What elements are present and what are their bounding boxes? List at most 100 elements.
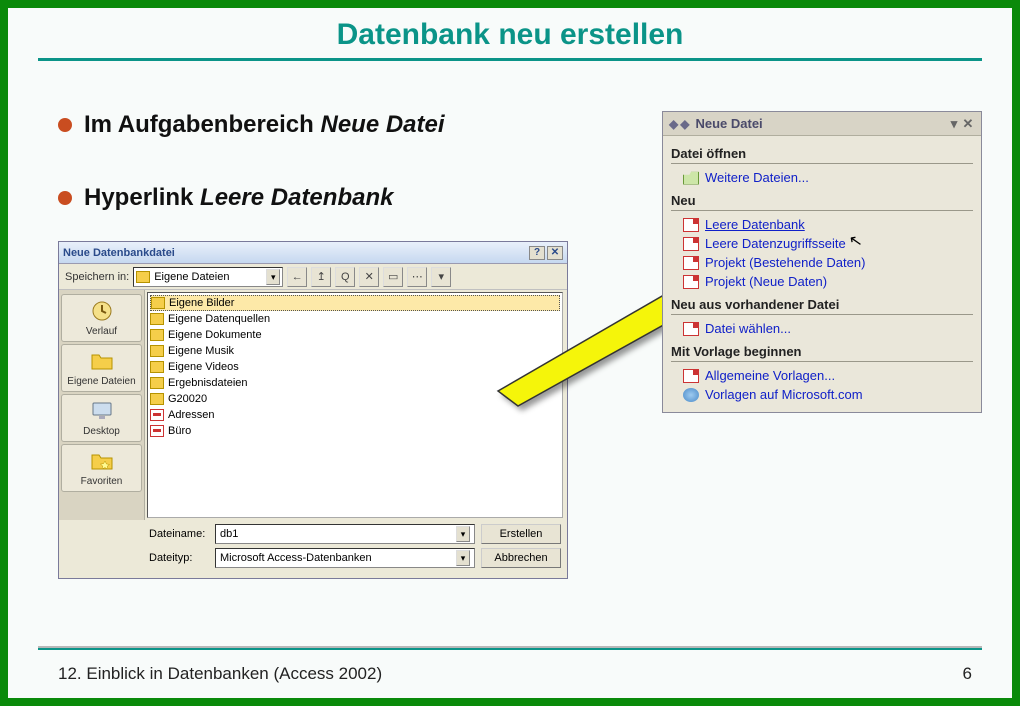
file-name: Büro <box>168 425 191 437</box>
dialog-titlebar[interactable]: Neue Datenbankdatei ? ✕ <box>59 242 567 264</box>
database-icon <box>150 425 164 437</box>
folder-icon <box>150 329 164 341</box>
slide-footer: 12. Einblick in Datenbanken (Access 2002… <box>8 646 1012 684</box>
link-text[interactable]: Allgemeine Vorlagen... <box>705 368 835 383</box>
file-name: Eigene Bilder <box>169 297 234 309</box>
page-icon <box>683 218 699 232</box>
link-text[interactable]: Weitere Dateien... <box>705 170 809 185</box>
places-label: Verlauf <box>86 326 117 337</box>
taskpane-link[interactable]: Leere Datenzugriffsseite <box>671 234 973 253</box>
file-name: Adressen <box>168 409 214 421</box>
taskpane-header[interactable]: ◆ ◆ Neue Datei ▾ ✕ <box>663 112 981 136</box>
page-icon <box>683 275 699 289</box>
taskpane-link[interactable]: Leere Datenbank↖ <box>671 215 973 234</box>
search-button[interactable]: Q <box>335 267 355 287</box>
places-verlauf[interactable]: Verlauf <box>61 294 142 342</box>
bullet-dot-icon <box>58 118 72 132</box>
savein-combo[interactable]: Eigene Dateien ▾ <box>133 267 283 287</box>
bullet-2-text: Hyperlink <box>84 184 200 211</box>
chevron-down-icon[interactable]: ▾ <box>456 550 470 566</box>
page-icon <box>683 369 699 383</box>
filetype-label: Dateityp: <box>149 552 209 564</box>
link-text[interactable]: Leere Datenbank <box>705 217 805 232</box>
places-favoriten[interactable]: Favoriten <box>61 444 142 492</box>
folder-icon <box>150 393 164 405</box>
file-item[interactable]: Eigene Videos <box>150 359 560 375</box>
back-button[interactable]: ← <box>287 267 307 287</box>
taskpane-section-heading: Mit Vorlage beginnen <box>671 344 973 359</box>
taskpane-link[interactable]: Projekt (Neue Daten) <box>671 272 973 291</box>
up-button[interactable]: ↥ <box>311 267 331 287</box>
bullet-2-em: Leere Datenbank <box>200 184 393 211</box>
views-button[interactable]: ⋯ <box>407 267 427 287</box>
link-text[interactable]: Projekt (Bestehende Daten) <box>705 255 865 270</box>
diamond-icon: ◆ <box>669 117 678 131</box>
folder-icon <box>150 345 164 357</box>
folder-open-icon <box>683 171 699 185</box>
divider <box>671 210 973 211</box>
file-name: Eigene Videos <box>168 361 239 373</box>
file-item[interactable]: Eigene Datenquellen <box>150 311 560 327</box>
dialog-title: Neue Datenbankdatei <box>63 247 175 259</box>
file-item[interactable]: Eigene Musik <box>150 343 560 359</box>
chevron-down-icon[interactable]: ▾ <box>266 269 280 285</box>
taskpane-section-heading: Neu aus vorhandener Datei <box>671 297 973 312</box>
folder-icon <box>150 361 164 373</box>
create-button[interactable]: Erstellen <box>481 524 561 544</box>
filename-input[interactable]: db1▾ <box>215 524 475 544</box>
tools-button[interactable]: ▾ <box>431 267 451 287</box>
link-text[interactable]: Leere Datenzugriffsseite <box>705 236 846 251</box>
globe-icon <box>683 388 699 402</box>
cancel-button[interactable]: Abbrechen <box>481 548 561 568</box>
delete-button[interactable]: ✕ <box>359 267 379 287</box>
taskpane-section-heading: Neu <box>671 193 973 208</box>
file-item[interactable]: G20020 <box>150 391 560 407</box>
help-button[interactable]: ? <box>529 246 545 260</box>
places-label: Favoriten <box>81 476 123 487</box>
close-button[interactable]: ✕ <box>547 246 563 260</box>
places-desktop[interactable]: Desktop <box>61 394 142 442</box>
close-icon[interactable]: ✕ <box>961 116 975 132</box>
file-name: Eigene Musik <box>168 345 234 357</box>
divider <box>671 314 973 315</box>
page-icon <box>683 322 699 336</box>
save-dialog: Neue Datenbankdatei ? ✕ Speichern in: Ei… <box>58 241 568 579</box>
taskpane-link[interactable]: Vorlagen auf Microsoft.com <box>671 385 973 404</box>
file-list[interactable]: Eigene Bilder Eigene Datenquellen Eigene D… <box>147 292 563 518</box>
places-label: Desktop <box>83 426 120 437</box>
file-item[interactable]: Eigene Dokumente <box>150 327 560 343</box>
page-icon <box>683 256 699 270</box>
divider <box>671 163 973 164</box>
file-item[interactable]: Ergebnisdateien <box>150 375 560 391</box>
folder-icon <box>136 271 150 283</box>
footer-page-number: 6 <box>963 664 972 684</box>
taskpane-link[interactable]: Datei wählen... <box>671 319 973 338</box>
link-text[interactable]: Vorlagen auf Microsoft.com <box>705 387 863 402</box>
link-text[interactable]: Projekt (Neue Daten) <box>705 274 827 289</box>
diamond-icon: ◆ <box>680 117 689 131</box>
database-icon <box>150 409 164 421</box>
folder-icon <box>151 297 165 309</box>
taskpane-link[interactable]: Weitere Dateien... <box>671 168 973 187</box>
folder-icon <box>88 349 116 373</box>
bullet-1-em: Neue Datei <box>320 111 444 138</box>
file-item[interactable]: Büro <box>150 423 560 439</box>
file-name: G20020 <box>168 393 207 405</box>
divider <box>671 361 973 362</box>
chevron-down-icon[interactable]: ▾ <box>456 526 470 542</box>
newfolder-button[interactable]: ▭ <box>383 267 403 287</box>
filetype-combo[interactable]: Microsoft Access-Datenbanken▾ <box>215 548 475 568</box>
bullet-1-text: Im Aufgabenbereich <box>84 111 320 138</box>
places-eigene-dateien[interactable]: Eigene Dateien <box>61 344 142 392</box>
file-item[interactable]: Eigene Bilder <box>150 295 560 311</box>
clock-icon <box>88 299 116 323</box>
desktop-icon <box>88 399 116 423</box>
taskpane-link[interactable]: Allgemeine Vorlagen... <box>671 366 973 385</box>
chevron-down-icon[interactable]: ▾ <box>947 116 961 132</box>
file-name: Eigene Dokumente <box>168 329 262 341</box>
slide-title: Datenbank neu erstellen <box>8 8 1012 58</box>
taskpane-link[interactable]: Projekt (Bestehende Daten) <box>671 253 973 272</box>
savein-label: Speichern in: <box>65 271 129 283</box>
file-item[interactable]: Adressen <box>150 407 560 423</box>
link-text[interactable]: Datei wählen... <box>705 321 791 336</box>
